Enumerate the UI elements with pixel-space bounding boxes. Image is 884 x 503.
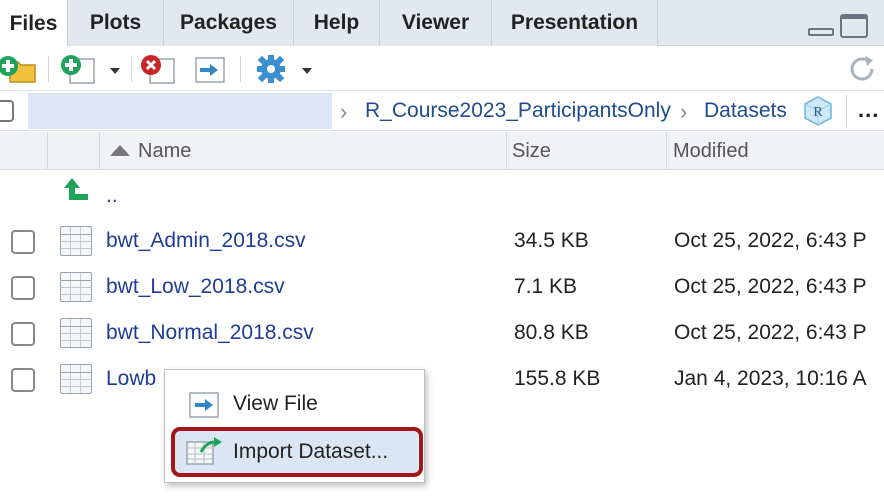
csv-file-icon: [60, 272, 92, 302]
tab-packages[interactable]: Packages: [164, 0, 294, 46]
table-row[interactable]: bwt_Low_2018.csv 7.1 KB Oct 25, 2022, 6:…: [0, 264, 884, 310]
breadcrumb-divider: [846, 95, 847, 127]
column-divider: [99, 132, 100, 170]
column-header-size[interactable]: Size: [512, 140, 551, 163]
file-size: 80.8 KB: [514, 321, 589, 344]
breadcrumb-item-datasets[interactable]: Datasets: [704, 99, 787, 123]
column-divider: [506, 132, 507, 170]
tab-presentation[interactable]: Presentation: [492, 0, 658, 46]
highlight-ring-annotation: [171, 427, 423, 477]
file-name-link[interactable]: Lowb: [106, 367, 156, 391]
breadcrumb-separator-icon: ›: [680, 99, 688, 124]
file-modified: Jan 4, 2023, 10:16 A: [674, 367, 867, 390]
file-size: 155.8 KB: [514, 367, 601, 390]
new-folder-button[interactable]: [0, 54, 38, 84]
tab-help-label: Help: [313, 11, 360, 34]
column-header-name[interactable]: Name: [138, 140, 191, 163]
more-dropdown-caret[interactable]: [302, 68, 312, 74]
new-blank-file-button[interactable]: [60, 54, 100, 84]
table-row[interactable]: Lowb 155.8 KB Jan 4, 2023, 10:16 A: [0, 356, 884, 402]
rename-icon: [195, 57, 225, 83]
table-row[interactable]: bwt_Normal_2018.csv 80.8 KB Oct 25, 2022…: [0, 310, 884, 356]
tab-files[interactable]: Files: [0, 0, 68, 47]
breadcrumb-separator-icon: ›: [340, 99, 348, 124]
toolbar-separator: [48, 56, 49, 82]
file-size: 34.5 KB: [514, 229, 589, 252]
tab-plots-label: Plots: [89, 11, 142, 34]
file-context-menu: View File Import Dataset...: [164, 369, 425, 483]
menu-item-import-dataset[interactable]: Import Dataset...: [171, 427, 423, 477]
gear-icon: [257, 55, 285, 83]
table-row[interactable]: bwt_Admin_2018.csv 34.5 KB Oct 25, 2022,…: [0, 218, 884, 264]
files-toolbar: [0, 46, 884, 91]
r-cube-icon: R: [804, 96, 832, 126]
csv-file-icon: [60, 226, 92, 256]
column-divider: [47, 132, 48, 170]
view-file-icon: [189, 392, 219, 418]
delete-button[interactable]: [140, 54, 180, 84]
new-folder-icon: [0, 56, 36, 83]
chevron-down-icon: [110, 68, 120, 74]
file-name-link[interactable]: bwt_Low_2018.csv: [106, 275, 285, 299]
menu-item-label: View File: [233, 392, 318, 415]
up-arrow-icon: [64, 178, 88, 200]
chevron-down-icon: [302, 68, 312, 74]
file-name-link[interactable]: bwt_Normal_2018.csv: [106, 321, 314, 345]
more-gear-button[interactable]: [254, 53, 288, 85]
sort-ascending-icon: [110, 145, 130, 156]
file-name-link[interactable]: bwt_Admin_2018.csv: [106, 229, 306, 253]
tab-help[interactable]: Help: [294, 0, 380, 46]
tab-files-label: Files: [9, 11, 58, 35]
csv-file-icon: [60, 364, 92, 394]
breadcrumb-home-segment[interactable]: [28, 93, 332, 129]
file-modified: Oct 25, 2022, 6:43 P: [674, 275, 867, 298]
file-size: 7.1 KB: [514, 275, 578, 298]
r-project-icon[interactable]: R: [802, 95, 834, 132]
minimize-pane-button[interactable]: [808, 28, 834, 36]
file-modified: Oct 25, 2022, 6:43 P: [674, 321, 867, 344]
csv-file-icon: [60, 318, 92, 348]
column-divider: [666, 132, 667, 170]
row-checkbox[interactable]: [11, 230, 35, 254]
maximize-pane-button[interactable]: [840, 14, 868, 38]
menu-item-view-file[interactable]: View File: [173, 382, 418, 426]
row-checkbox[interactable]: [11, 276, 35, 300]
row-checkbox[interactable]: [11, 322, 35, 346]
row-checkbox[interactable]: [11, 368, 35, 392]
svg-text:R: R: [813, 105, 823, 120]
column-header-modified[interactable]: Modified: [673, 140, 749, 163]
delete-icon: [141, 55, 175, 84]
tab-plots[interactable]: Plots: [68, 0, 164, 46]
window-controls: [808, 14, 868, 38]
toolbar-separator: [240, 56, 241, 82]
refresh-icon: [850, 56, 874, 81]
new-file-icon: [61, 55, 95, 84]
refresh-button[interactable]: [846, 53, 878, 85]
new-file-dropdown-caret[interactable]: [110, 68, 120, 74]
file-table-header: Name Size Modified: [0, 132, 884, 170]
tab-packages-label: Packages: [180, 11, 277, 34]
path-breadcrumb: › R_Course2023_ParticipantsOnly › Datase…: [0, 91, 884, 131]
tab-presentation-label: Presentation: [510, 11, 639, 34]
toolbar-separator: [131, 56, 132, 82]
breadcrumb-more-button[interactable]: ...: [858, 97, 879, 123]
breadcrumb-item-course[interactable]: R_Course2023_ParticipantsOnly: [365, 99, 671, 123]
tab-viewer[interactable]: Viewer: [380, 0, 492, 46]
select-all-checkbox[interactable]: [0, 100, 14, 122]
rename-button[interactable]: [192, 54, 228, 84]
pane-tab-bar: Files Plots Packages Help Viewer Present…: [0, 0, 884, 47]
file-modified: Oct 25, 2022, 6:43 P: [674, 229, 867, 252]
parent-directory-row[interactable]: ..: [0, 172, 884, 218]
tab-viewer-label: Viewer: [401, 11, 470, 34]
parent-directory-label[interactable]: ..: [106, 184, 118, 208]
